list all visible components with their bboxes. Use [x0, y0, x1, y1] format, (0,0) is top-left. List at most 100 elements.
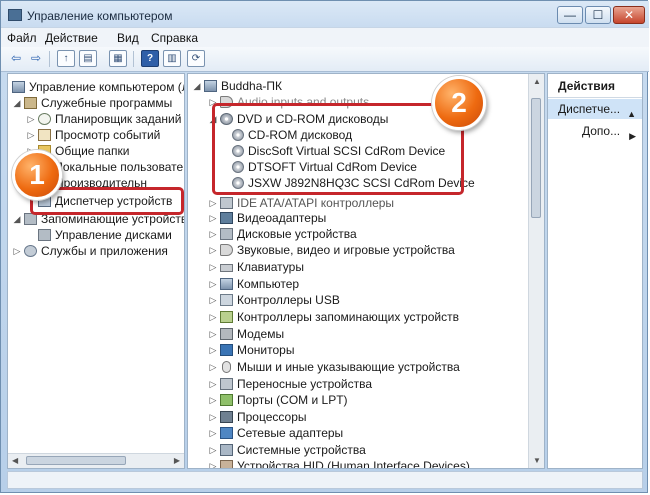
device-category-processors[interactable]: ▷ Процессоры: [208, 409, 307, 425]
portable-device-icon: [220, 378, 233, 390]
hid-icon: [220, 460, 233, 468]
tree-item-disk-management[interactable]: Управление дисками: [26, 227, 172, 243]
chevron-right-icon[interactable]: ▷: [26, 111, 36, 127]
video-adapter-icon: [220, 212, 233, 224]
device-category-usb[interactable]: ▷ Контроллеры USB: [208, 292, 340, 308]
menu-view[interactable]: Вид: [117, 31, 139, 45]
services-icon: [24, 245, 37, 257]
tools-icon: [24, 97, 37, 109]
tree-item-task-scheduler[interactable]: ▷ Планировщик заданий: [26, 111, 182, 127]
chevron-right-icon[interactable]: ▷: [208, 392, 218, 408]
close-button[interactable]: ✕: [613, 6, 645, 24]
device-category-system[interactable]: ▷ Системные устройства: [208, 442, 366, 458]
device-category-mice[interactable]: ▷ Мыши и иные указывающие устройства: [208, 359, 460, 375]
storage-controller-icon: [220, 311, 233, 323]
tree-root[interactable]: Управление компьютером (л: [10, 79, 184, 95]
event-log-icon: [38, 129, 51, 141]
scroll-right-icon[interactable]: ▶: [174, 456, 180, 465]
mouse-icon: [222, 361, 231, 373]
scrollbar-thumb[interactable]: [531, 98, 541, 218]
tree-item-system-tools[interactable]: ◢ Служебные программы: [12, 95, 173, 111]
chevron-right-icon[interactable]: ▷: [208, 276, 218, 292]
chevron-right-icon[interactable]: ▷: [208, 376, 218, 392]
scroll-down-icon[interactable]: ▼: [533, 456, 541, 465]
minimize-button[interactable]: —: [557, 6, 583, 24]
chevron-right-icon[interactable]: ▷: [208, 359, 218, 375]
disk-drive-icon: [220, 228, 233, 240]
device-category-monitors[interactable]: ▷ Мониторы: [208, 342, 295, 358]
device-category-modems[interactable]: ▷ Модемы: [208, 326, 285, 342]
back-arrow-icon[interactable]: ⇦: [7, 50, 25, 67]
forward-arrow-icon[interactable]: ⇨: [27, 50, 45, 67]
keyboard-icon: [220, 264, 233, 272]
device-category-video[interactable]: ▷ Видеоадаптеры: [208, 210, 327, 226]
modem-icon: [220, 328, 233, 340]
sound-icon: [220, 244, 233, 256]
actions-device-manager-label: Диспетче...: [558, 102, 621, 116]
chevron-down-icon[interactable]: ◢: [12, 95, 22, 111]
maximize-button[interactable]: ☐: [585, 6, 611, 24]
chevron-right-icon[interactable]: ▷: [208, 195, 218, 211]
chevron-right-icon[interactable]: ▷: [208, 442, 218, 458]
tree-item-services-apps[interactable]: ▷ Службы и приложения: [12, 243, 168, 259]
device-tree-root[interactable]: ◢ Buddha-ПК: [192, 78, 282, 94]
device-category-keyboards[interactable]: ▷ Клавиатуры: [208, 259, 304, 275]
scrollbar-thumb[interactable]: [26, 456, 126, 465]
chevron-right-icon[interactable]: ▷: [208, 409, 218, 425]
device-category-computer[interactable]: ▷ Компьютер: [208, 276, 300, 292]
actions-header: Действия: [548, 74, 642, 98]
device-category-storage-controllers[interactable]: ▷ Контроллеры запоминающих устройств: [208, 309, 459, 325]
chevron-right-icon[interactable]: ▷: [208, 326, 218, 342]
chevron-right-icon[interactable]: ▷: [208, 342, 218, 358]
step-2-badge: 2: [432, 76, 486, 130]
chevron-right-icon[interactable]: ▷: [208, 458, 218, 468]
dvd-group-highlight: [212, 103, 464, 195]
ide-icon: [220, 197, 233, 209]
chevron-right-icon[interactable]: ▷: [208, 292, 218, 308]
system-device-icon: [220, 444, 233, 456]
menu-file[interactable]: Файл: [7, 31, 37, 45]
chevron-right-icon: ▶: [629, 131, 636, 141]
chevron-right-icon[interactable]: ▷: [208, 425, 218, 441]
menu-action[interactable]: Действие: [45, 31, 98, 45]
horizontal-scrollbar[interactable]: ◀ ▶: [8, 453, 184, 468]
toolbar-separator: [133, 51, 134, 67]
device-category-disk[interactable]: ▷ Дисковые устройства: [208, 226, 357, 242]
device-category-hid[interactable]: ▷ Устройства HID (Human Interface Devices…: [208, 458, 470, 468]
properties-icon[interactable]: ▦: [109, 50, 127, 67]
scroll-up-icon[interactable]: ▲: [533, 77, 541, 86]
show-hide-tree-icon[interactable]: ▤: [79, 50, 97, 67]
chevron-right-icon[interactable]: ▷: [208, 259, 218, 275]
chevron-right-icon[interactable]: ▷: [208, 210, 218, 226]
scroll-left-icon[interactable]: ◀: [12, 456, 18, 465]
disk-icon: [38, 229, 51, 241]
device-category-portable[interactable]: ▷ Переносные устройства: [208, 376, 373, 392]
actions-device-manager[interactable]: Диспетче... ▲: [548, 99, 642, 119]
computer-icon: [204, 80, 217, 92]
chevron-right-icon[interactable]: ▷: [26, 127, 36, 143]
chevron-right-icon[interactable]: ▷: [208, 242, 218, 258]
action-pane-icon[interactable]: ▥: [163, 50, 181, 67]
computer-management-icon: [12, 81, 25, 93]
menu-help[interactable]: Справка: [151, 31, 198, 45]
chevron-right-icon[interactable]: ▷: [12, 243, 22, 259]
scan-hardware-icon[interactable]: ⟳: [187, 50, 205, 67]
vertical-scrollbar[interactable]: ▲ ▼: [528, 74, 544, 468]
actions-more[interactable]: Допо... ▶: [548, 121, 642, 141]
device-category-network[interactable]: ▷ Сетевые адаптеры: [208, 425, 344, 441]
chevron-right-icon[interactable]: ▷: [208, 309, 218, 325]
navigation-tree-pane[interactable]: Управление компьютером (л ◢ Служебные про…: [7, 73, 185, 469]
window-title: Управление компьютером: [27, 9, 173, 23]
help-icon[interactable]: ?: [141, 50, 159, 67]
device-category-sound[interactable]: ▷ Звуковые, видео и игровые устройства: [208, 242, 455, 258]
up-level-icon[interactable]: ↑: [57, 50, 75, 67]
chevron-down-icon[interactable]: ◢: [12, 211, 22, 227]
chevron-right-icon[interactable]: ▷: [208, 226, 218, 242]
usb-icon: [220, 294, 233, 306]
toolbar-separator: [49, 51, 50, 67]
tree-item-event-viewer[interactable]: ▷ Просмотр событий: [26, 127, 161, 143]
cpu-icon: [220, 411, 233, 423]
device-category-ide[interactable]: ▷ IDE ATA/ATAPI контроллеры: [208, 195, 395, 211]
chevron-down-icon[interactable]: ◢: [192, 78, 202, 94]
device-category-ports[interactable]: ▷ Порты (COM и LPT): [208, 392, 348, 408]
